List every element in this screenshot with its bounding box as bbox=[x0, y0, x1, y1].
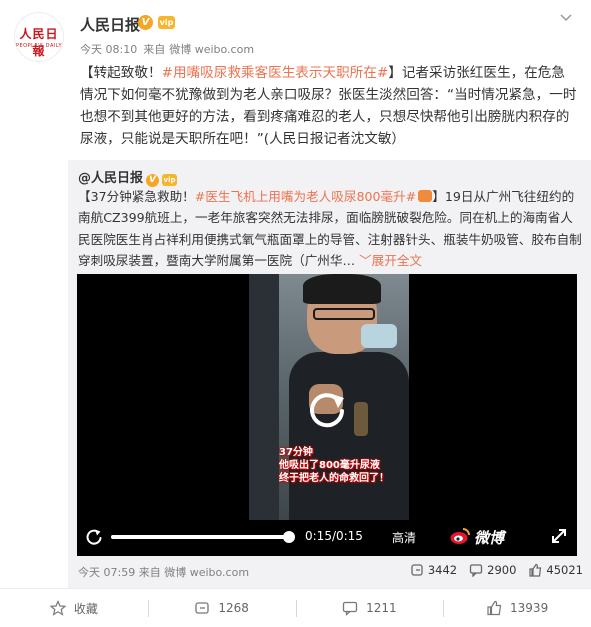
comment-icon bbox=[469, 564, 483, 577]
post-source[interactable]: 微博 weibo.com bbox=[169, 43, 254, 56]
comment-button[interactable]: 1211 bbox=[295, 589, 444, 627]
video-progress-bar[interactable] bbox=[111, 531, 295, 543]
quality-button[interactable]: 高清 bbox=[392, 529, 416, 546]
repost-button[interactable]: 1268 bbox=[147, 589, 296, 627]
face-mask bbox=[361, 324, 397, 348]
bottle bbox=[354, 402, 368, 436]
replay-icon[interactable] bbox=[85, 528, 103, 546]
like-button[interactable]: 13939 bbox=[443, 589, 591, 627]
comment-count[interactable]: 2900 bbox=[469, 563, 516, 577]
verified-badge-icon: V bbox=[138, 15, 153, 30]
source-prefix: 来自 bbox=[138, 566, 161, 579]
person-glasses bbox=[313, 308, 375, 320]
favorite-button[interactable]: 收藏 bbox=[0, 589, 148, 627]
repost-author-name[interactable]: @人民日报 bbox=[78, 171, 143, 186]
fire-emoji-icon bbox=[418, 190, 433, 202]
action-bar: 收藏 1268 1211 13939 bbox=[0, 588, 591, 627]
video-caption-line: 他吸出了800毫升尿液 bbox=[279, 460, 380, 471]
repost-author[interactable]: @人民日报 Vvip bbox=[78, 167, 178, 187]
video-caption-line: 终于把老人的命救回了！ bbox=[279, 473, 389, 484]
repost-stats: 3442 2900 45021 bbox=[410, 563, 583, 577]
like-icon bbox=[529, 563, 542, 577]
video-progress-fill bbox=[111, 535, 289, 539]
video-caption-line: 37分钟 bbox=[279, 447, 313, 458]
repost-icon bbox=[195, 602, 209, 614]
expand-label: 展开全文 bbox=[371, 253, 423, 269]
weibo-brand-text: 微博 bbox=[474, 529, 505, 547]
video-controls: 0:15/0:15 高清 微博 bbox=[77, 516, 577, 556]
favorite-icon bbox=[49, 600, 66, 616]
video-time: 0:15/0:15 bbox=[305, 529, 363, 543]
repost-count-value: 3442 bbox=[427, 563, 458, 577]
post-meta: 今天 08:10 来自 微博 weibo.com bbox=[80, 41, 260, 57]
repost-meta: 今天 07:59 来自 微博 weibo.com bbox=[78, 564, 249, 580]
post-time[interactable]: 今天 08:10 bbox=[80, 43, 137, 56]
like-count[interactable]: 45021 bbox=[528, 563, 583, 577]
repost-text: 【37分钟紧急救助！#医生飞机上用嘴为老人吸尿800毫升# 】19日从广州飞往纽约… bbox=[78, 186, 583, 272]
post-text: 【转起致敬！#用嘴吸尿救乘客医生表示天职所在#】记者采访张红医生，在危急情况下如… bbox=[80, 62, 578, 150]
cabin-seat bbox=[249, 274, 279, 520]
fullscreen-icon[interactable] bbox=[551, 528, 567, 544]
topic-link[interactable]: #用嘴吸尿救乘客医生表示天职所在# bbox=[162, 65, 389, 81]
like-button-count: 13939 bbox=[510, 601, 549, 615]
author-name[interactable]: 人民日报 bbox=[80, 14, 140, 35]
avatar-logo-subtext: PEOPLE'S DAILY bbox=[15, 43, 63, 49]
like-icon bbox=[487, 600, 502, 616]
repost-count[interactable]: 3442 bbox=[410, 563, 457, 577]
favorite-label: 收藏 bbox=[73, 601, 98, 616]
repost-topic-link[interactable]: #医生飞机上用嘴为老人吸尿800毫升# bbox=[195, 189, 416, 204]
source-prefix: 来自 bbox=[143, 43, 166, 56]
repost-text-lead: 【37分钟紧急救助！ bbox=[78, 189, 195, 204]
video-player[interactable]: 37分钟 他吸出了800毫升尿液 终于把老人的命救回了！ 0:15/0:15 高… bbox=[77, 274, 577, 556]
person-hair bbox=[303, 274, 381, 304]
person-shirt bbox=[289, 352, 409, 520]
repost-icon bbox=[411, 564, 423, 576]
replay-icon[interactable] bbox=[304, 386, 350, 432]
chevron-down-icon[interactable] bbox=[559, 10, 573, 24]
weibo-icon bbox=[450, 528, 470, 544]
comment-icon bbox=[342, 601, 358, 616]
repost-time[interactable]: 今天 07:59 bbox=[78, 566, 135, 579]
like-count-value: 45021 bbox=[546, 563, 583, 577]
repost-source[interactable]: 微博 weibo.com bbox=[164, 566, 249, 579]
video-progress-handle[interactable] bbox=[283, 531, 295, 543]
post-text-lead: 【转起致敬！ bbox=[80, 65, 162, 81]
vip-badge-icon: vip bbox=[162, 174, 178, 186]
avatar-logo-text: 人民日報 bbox=[19, 27, 59, 58]
weibo-post-card: 人民日報 PEOPLE'S DAILY 人民日报 V vip 今天 08:10 来… bbox=[0, 0, 591, 627]
comment-button-count: 1211 bbox=[366, 601, 397, 615]
vip-badge-icon: vip bbox=[158, 16, 175, 29]
repost-button-count: 1268 bbox=[218, 601, 249, 615]
avatar[interactable]: 人民日報 PEOPLE'S DAILY bbox=[14, 12, 64, 62]
reposted-content: @人民日报 Vvip 【37分钟紧急救助！#医生飞机上用嘴为老人吸尿800毫升#】… bbox=[68, 160, 591, 588]
expand-link[interactable]: ﹀展开全文 bbox=[359, 253, 422, 268]
comment-count-value: 2900 bbox=[487, 563, 517, 577]
expand-arrow-icon: ﹀ bbox=[359, 253, 372, 269]
